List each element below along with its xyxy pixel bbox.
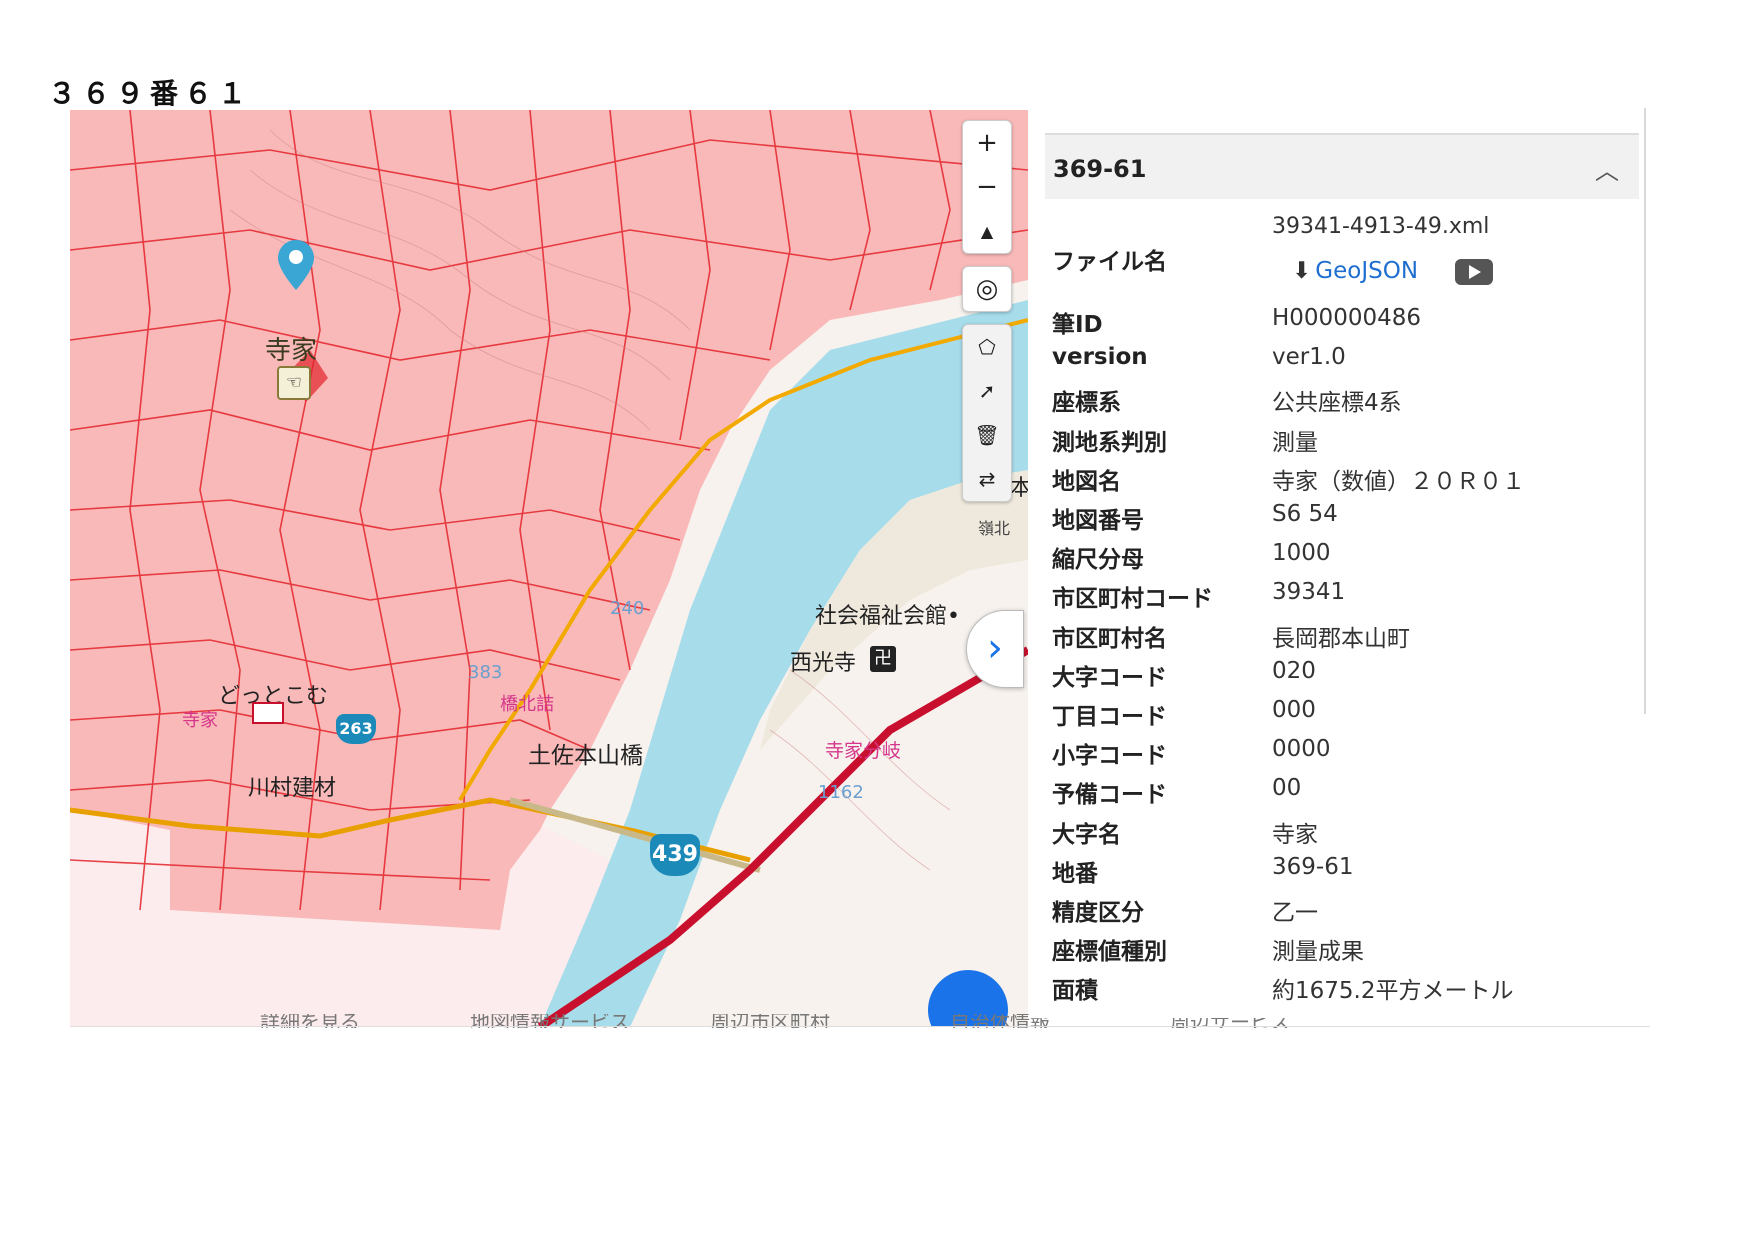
map-label-saikoji: 西光寺	[790, 651, 857, 676]
youtube-icon[interactable]	[1455, 259, 1493, 285]
attribute-value: 公共座標4系	[1272, 390, 1402, 417]
map-label-tosamotoyama-bridge: 土佐本山橋	[528, 743, 643, 769]
geojson-download-link[interactable]: ⬇ GeoJSON	[1292, 258, 1418, 284]
attribute-value: 39341	[1272, 579, 1346, 606]
chevron-up-icon[interactable]: ︿	[1595, 151, 1619, 186]
parcel-info-panel: 369-61 ︿ ファイル名 39341-4913-49.xml ⬇ GeoJS…	[1030, 108, 1645, 1018]
attribute-key: 地図番号	[1052, 508, 1144, 534]
attribute-key: 市区町村コード	[1052, 586, 1213, 613]
attribute-key: 座標値種別	[1052, 939, 1167, 966]
attribute-key: 縮尺分母	[1052, 547, 1144, 574]
attribute-key: 小字コード	[1052, 743, 1167, 770]
attribute-value: S6 54	[1272, 501, 1338, 527]
route-439-shield: 439	[650, 834, 700, 876]
attribute-key: 面積	[1052, 978, 1098, 1005]
attribute-value: 369-61	[1272, 853, 1354, 880]
divider	[70, 1026, 1650, 1027]
attribute-value: 1000	[1272, 540, 1331, 567]
select-cursor-icon[interactable]: ➚	[963, 369, 1011, 413]
locate-icon[interactable]: ◎	[963, 267, 1011, 311]
attribute-value: 長岡郡本山町	[1272, 625, 1410, 652]
attribute-value: 00	[1272, 775, 1302, 802]
attribute-value: 020	[1272, 657, 1316, 684]
map-label-terake-junction: 寺家分岐	[825, 740, 902, 762]
attribute-key: 座標系	[1052, 390, 1121, 417]
panel-border	[1644, 108, 1646, 714]
page-title: ３６９番６１	[48, 77, 253, 110]
temple-symbol-icon: 卍	[870, 646, 896, 672]
map-label-partial-top: 嶺北	[978, 519, 1011, 538]
attribute-value: 測量成果	[1272, 939, 1364, 966]
map-label-terake-station: 寺家	[182, 710, 218, 731]
attribute-key: 精度区分	[1052, 900, 1144, 926]
zoom-in-button[interactable]: +	[963, 121, 1011, 165]
locate-control: ◎	[962, 266, 1012, 312]
attribute-key: 筆ID	[1052, 312, 1103, 338]
attribute-key: 地図名	[1052, 468, 1121, 495]
attribute-value: 寺家	[1272, 821, 1318, 848]
attribute-value: 000	[1272, 697, 1316, 723]
geojson-label: GeoJSON	[1315, 258, 1419, 284]
attribute-value: 0000	[1272, 736, 1331, 763]
attribute-key: 地番	[1052, 860, 1098, 887]
draw-toolbar: ⬠ ➚ 🗑 ⇄	[962, 324, 1012, 502]
attribute-key: 市区町村名	[1052, 625, 1167, 652]
chevron-right-icon: ›	[987, 625, 1003, 671]
map-base	[70, 110, 1028, 1027]
map-label-elev-240: 240	[610, 598, 645, 619]
attribute-value: ver1.0	[1272, 344, 1346, 371]
attribute-value: 測量	[1272, 429, 1318, 456]
attribute-value: 乙一	[1272, 900, 1318, 926]
download-icon: ⬇	[1292, 258, 1312, 284]
map-view[interactable]: 寺家 ☜ 消防本 嶺北 社会福祉会館• 中 西光寺 卍 240 383 どっとこ…	[70, 110, 1028, 1027]
map-label-hashikitazume: 橋北詰	[500, 694, 554, 715]
temple-icon: ☜	[277, 366, 311, 400]
map-label-elev-383: 383	[468, 662, 503, 683]
map-label-elev-1162: 1162	[818, 782, 864, 803]
zoom-out-button[interactable]: −	[963, 165, 1011, 209]
swap-icon[interactable]: ⇄	[963, 457, 1011, 501]
map-label-welfare-hall: 社会福祉会館•	[815, 604, 960, 629]
location-pin-icon[interactable]	[278, 240, 314, 290]
map-label-kawamura: 川村建材	[248, 776, 337, 801]
attribute-value: 寺家（数値）２０Ｒ０１	[1272, 468, 1525, 495]
attribute-key: 丁目コード	[1052, 704, 1167, 730]
attribute-value: H000000486	[1272, 305, 1421, 331]
trash-icon[interactable]: 🗑	[963, 413, 1011, 457]
attribute-key: version	[1052, 344, 1148, 371]
map-label-terake: 寺家	[265, 336, 318, 366]
draw-polygon-icon[interactable]: ⬠	[963, 325, 1011, 369]
panel-header[interactable]: 369-61 ︿	[1045, 133, 1639, 199]
attribute-key: 測地系判別	[1052, 429, 1167, 456]
convenience-store-icon	[252, 702, 284, 724]
zoom-control: + − ▲	[962, 120, 1012, 254]
compass-icon[interactable]: ▲	[963, 209, 1011, 253]
panel-header-title: 369-61	[1053, 155, 1147, 183]
attribute-key: 大字名	[1052, 821, 1121, 848]
file-name: 39341-4913-49.xml	[1272, 214, 1490, 239]
attribute-key: 予備コード	[1052, 782, 1167, 809]
route-263-shield: 263	[336, 714, 376, 744]
file-label: ファイル名	[1052, 249, 1167, 275]
attribute-value: 約1675.2平方メートル	[1272, 978, 1514, 1005]
attribute-key: 大字コード	[1052, 664, 1167, 691]
